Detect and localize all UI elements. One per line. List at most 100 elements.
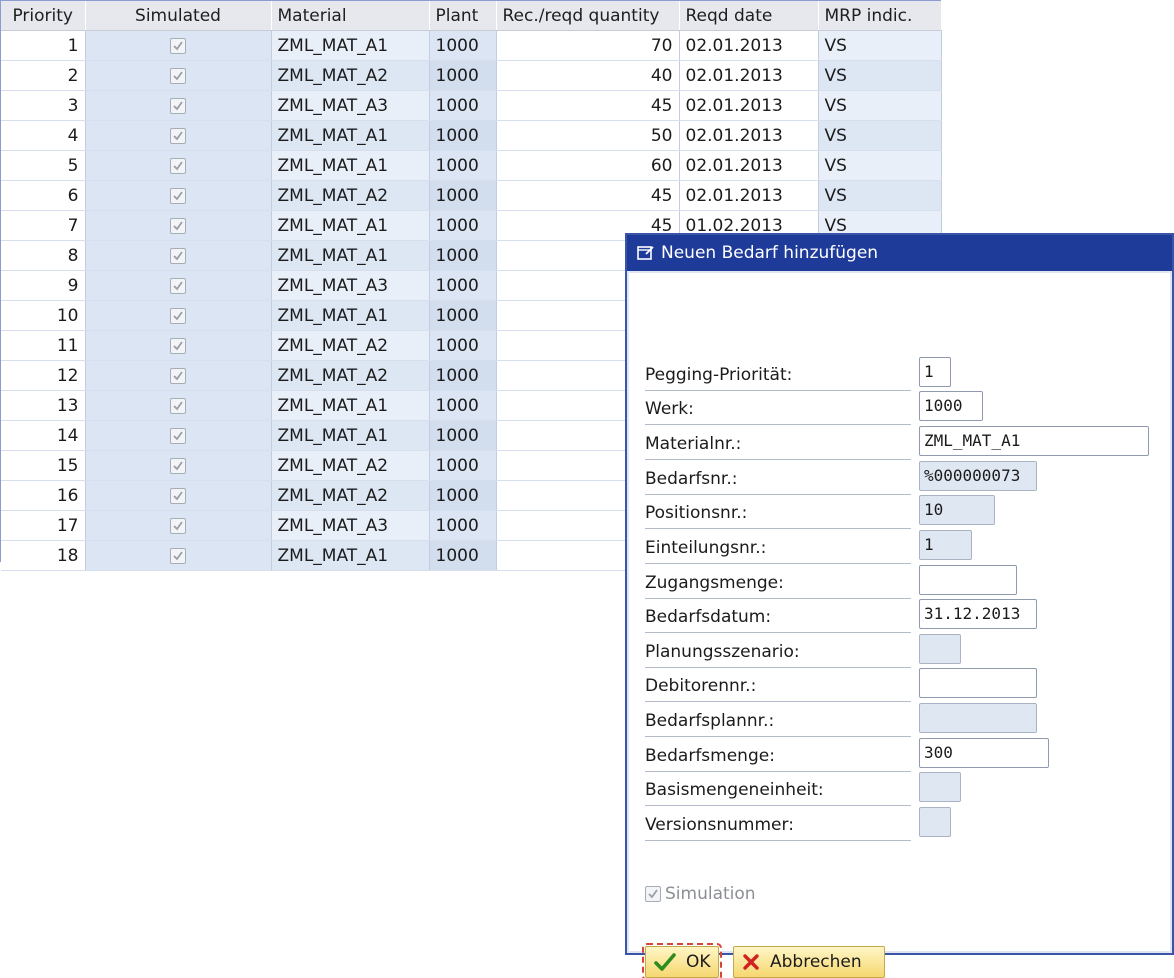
cell-material[interactable]: ZML_MAT_A2 — [271, 180, 430, 211]
table-row[interactable]: 5 ZML_MAT_A1 1000 60 02.01.2013 VS — [1, 150, 942, 181]
cell-material[interactable]: ZML_MAT_A2 — [271, 360, 430, 391]
cell-quantity[interactable]: 45 — [496, 180, 680, 211]
cell-mrp-indic[interactable]: VS — [818, 60, 942, 91]
table-row[interactable]: 2 ZML_MAT_A2 1000 40 02.01.2013 VS — [1, 60, 942, 91]
cell-plant[interactable]: 1000 — [429, 210, 497, 241]
cell-plant[interactable]: 1000 — [429, 300, 497, 331]
cell-priority[interactable]: 16 — [1, 480, 86, 511]
cell-mrp-indic[interactable]: VS — [818, 30, 942, 61]
cell-material[interactable]: ZML_MAT_A3 — [271, 90, 430, 121]
simulated-checkbox[interactable] — [170, 337, 186, 354]
simulated-checkbox[interactable] — [170, 487, 186, 504]
versionsnummer-input[interactable] — [919, 807, 951, 837]
cell-plant[interactable]: 1000 — [429, 390, 497, 421]
cell-reqd-date[interactable]: 02.01.2013 — [679, 60, 819, 91]
cell-plant[interactable]: 1000 — [429, 420, 497, 451]
cell-priority[interactable]: 2 — [1, 60, 86, 91]
cell-material[interactable]: ZML_MAT_A1 — [271, 120, 430, 151]
zugangsmenge-input[interactable] — [919, 565, 1017, 595]
cell-reqd-date[interactable]: 02.01.2013 — [679, 30, 819, 61]
bedarfsdatum-input[interactable]: 31.12.2013 — [919, 599, 1037, 629]
bedarfsplannr-input[interactable] — [919, 703, 1037, 733]
cell-mrp-indic[interactable]: VS — [818, 180, 942, 211]
cancel-button[interactable]: Abbrechen — [733, 946, 885, 978]
cell-priority[interactable]: 4 — [1, 120, 86, 151]
cell-material[interactable]: ZML_MAT_A1 — [271, 390, 430, 421]
column-header-material[interactable]: Material — [271, 1, 430, 31]
cell-quantity[interactable]: 45 — [496, 90, 680, 121]
bedarfsnr-input[interactable]: %000000073 — [919, 461, 1037, 491]
cell-reqd-date[interactable]: 02.01.2013 — [679, 150, 819, 181]
table-row[interactable]: 6 ZML_MAT_A2 1000 45 02.01.2013 VS — [1, 180, 942, 211]
cell-plant[interactable]: 1000 — [429, 450, 497, 481]
cell-quantity[interactable]: 60 — [496, 150, 680, 181]
simulated-checkbox[interactable] — [170, 277, 186, 294]
cell-plant[interactable]: 1000 — [429, 60, 497, 91]
simulated-checkbox[interactable] — [170, 367, 186, 384]
simulated-checkbox[interactable] — [170, 187, 186, 204]
cell-plant[interactable]: 1000 — [429, 240, 497, 271]
cell-mrp-indic[interactable]: VS — [818, 90, 942, 121]
cell-material[interactable]: ZML_MAT_A1 — [271, 540, 430, 571]
planungsszenario-input[interactable] — [919, 634, 961, 664]
simulated-checkbox[interactable] — [170, 397, 186, 414]
simulated-checkbox[interactable] — [170, 307, 186, 324]
simulated-checkbox[interactable] — [170, 247, 186, 264]
cell-reqd-date[interactable]: 02.01.2013 — [679, 180, 819, 211]
pegging-prioritaet-input[interactable]: 1 — [919, 357, 951, 387]
cell-material[interactable]: ZML_MAT_A2 — [271, 480, 430, 511]
column-header-mrp-indic[interactable]: MRP indic. — [818, 1, 942, 31]
cell-quantity[interactable]: 70 — [496, 30, 680, 61]
cell-mrp-indic[interactable]: VS — [818, 120, 942, 151]
cell-plant[interactable]: 1000 — [429, 540, 497, 571]
cell-material[interactable]: ZML_MAT_A1 — [271, 210, 430, 241]
cell-priority[interactable]: 15 — [1, 450, 86, 481]
cell-priority[interactable]: 10 — [1, 300, 86, 331]
column-header-priority[interactable]: Priority — [1, 1, 86, 31]
simulated-checkbox[interactable] — [170, 427, 186, 444]
debitorennr-input[interactable] — [919, 668, 1037, 698]
positionsnr-input[interactable]: 10 — [919, 495, 995, 525]
cell-quantity[interactable]: 40 — [496, 60, 680, 91]
cell-plant[interactable]: 1000 — [429, 150, 497, 181]
cell-plant[interactable]: 1000 — [429, 120, 497, 151]
cell-reqd-date[interactable]: 02.01.2013 — [679, 90, 819, 121]
cell-priority[interactable]: 8 — [1, 240, 86, 271]
cell-plant[interactable]: 1000 — [429, 180, 497, 211]
cell-mrp-indic[interactable]: VS — [818, 150, 942, 181]
cell-reqd-date[interactable]: 02.01.2013 — [679, 120, 819, 151]
simulated-checkbox[interactable] — [170, 517, 186, 534]
cell-plant[interactable]: 1000 — [429, 480, 497, 511]
bedarfsmenge-input[interactable]: 300 — [919, 738, 1049, 768]
cell-priority[interactable]: 13 — [1, 390, 86, 421]
simulated-checkbox[interactable] — [170, 457, 186, 474]
cell-material[interactable]: ZML_MAT_A1 — [271, 420, 430, 451]
cell-material[interactable]: ZML_MAT_A3 — [271, 510, 430, 541]
basismengeneinheit-input[interactable] — [919, 772, 961, 802]
column-header-simulated[interactable]: Simulated — [85, 1, 272, 31]
cell-priority[interactable]: 18 — [1, 540, 86, 571]
cell-material[interactable]: ZML_MAT_A1 — [271, 150, 430, 181]
cell-priority[interactable]: 6 — [1, 180, 86, 211]
werk-input[interactable]: 1000 — [919, 391, 983, 421]
cell-material[interactable]: ZML_MAT_A1 — [271, 30, 430, 61]
cell-priority[interactable]: 12 — [1, 360, 86, 391]
cell-plant[interactable]: 1000 — [429, 30, 497, 61]
column-header-quantity[interactable]: Rec./reqd quantity — [496, 1, 680, 31]
simulated-checkbox[interactable] — [170, 67, 186, 84]
cell-plant[interactable]: 1000 — [429, 90, 497, 121]
ok-button[interactable]: OK — [642, 943, 722, 978]
cell-priority[interactable]: 9 — [1, 270, 86, 301]
simulated-checkbox[interactable] — [170, 157, 186, 174]
cell-plant[interactable]: 1000 — [429, 510, 497, 541]
table-row[interactable]: 1 ZML_MAT_A1 1000 70 02.01.2013 VS — [1, 30, 942, 61]
cell-material[interactable]: ZML_MAT_A2 — [271, 450, 430, 481]
column-header-plant[interactable]: Plant — [429, 1, 497, 31]
table-row[interactable]: 4 ZML_MAT_A1 1000 50 02.01.2013 VS — [1, 120, 942, 151]
simulated-checkbox[interactable] — [170, 97, 186, 114]
simulated-checkbox[interactable] — [170, 217, 186, 234]
cell-priority[interactable]: 17 — [1, 510, 86, 541]
materialnr-input[interactable]: ZML_MAT_A1 — [919, 426, 1149, 456]
cell-material[interactable]: ZML_MAT_A1 — [271, 300, 430, 331]
dialog-title-bar[interactable]: Neuen Bedarf hinzufügen — [627, 235, 1172, 271]
